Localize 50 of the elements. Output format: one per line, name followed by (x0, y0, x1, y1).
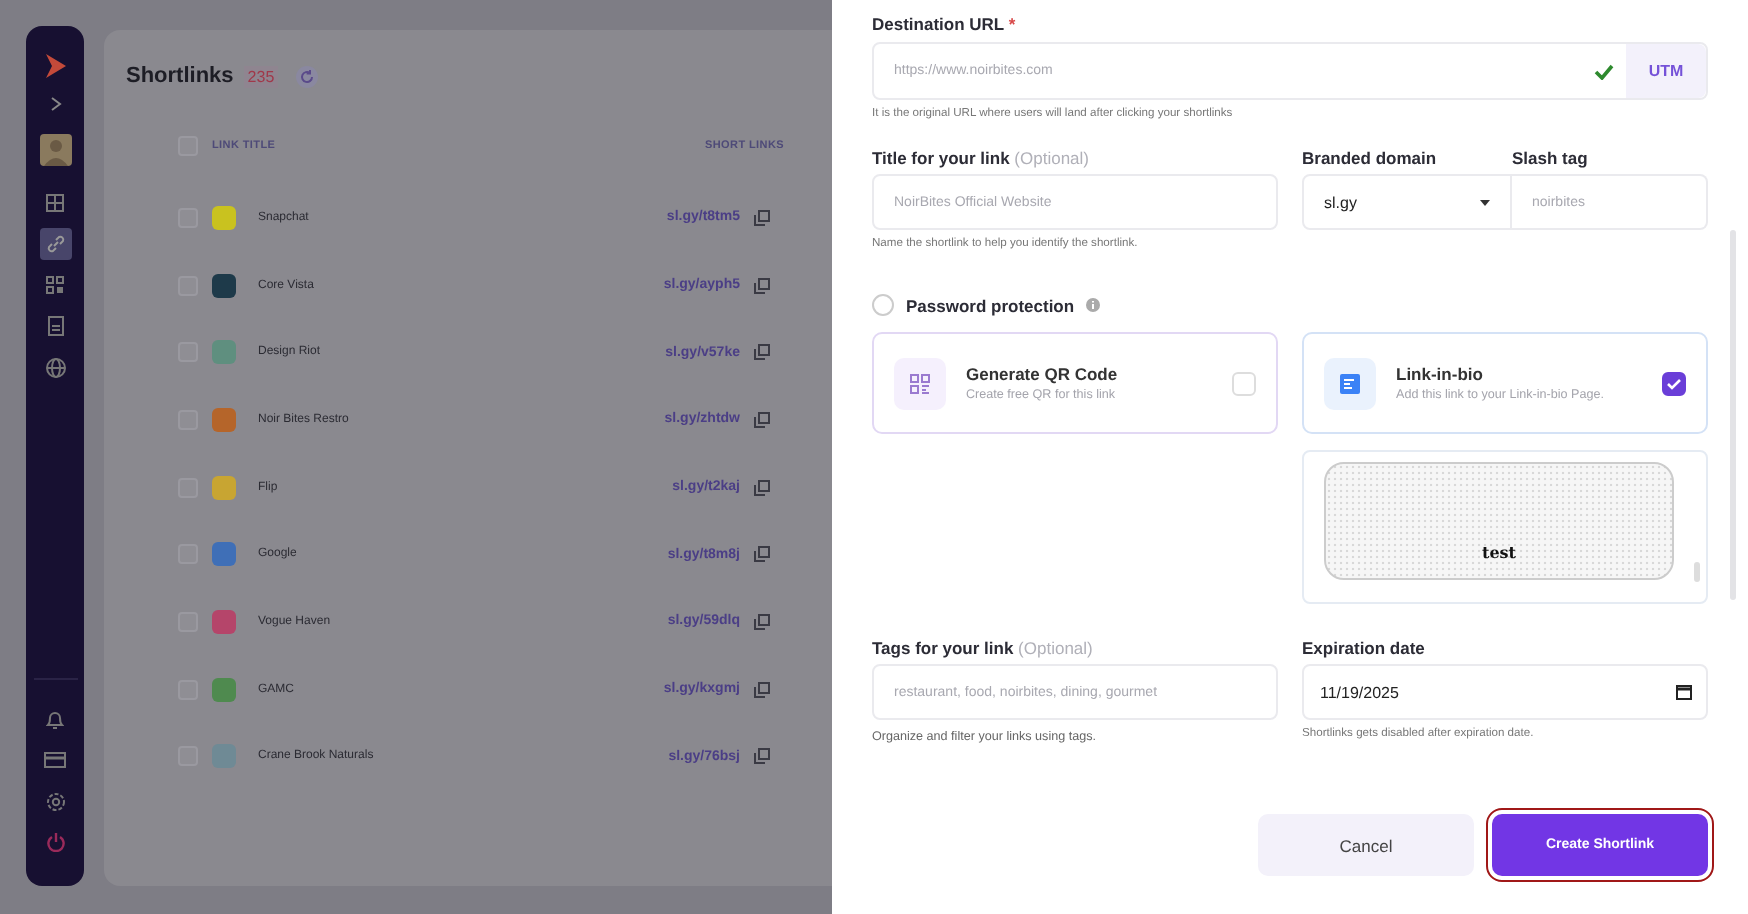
option-label: Password protection (906, 295, 1075, 315)
copy-icon[interactable] (754, 681, 770, 698)
caret-icon (1480, 199, 1490, 205)
copy-icon[interactable] (754, 411, 770, 428)
count-badge: 235 (243, 65, 279, 87)
calendar-icon (1676, 684, 1692, 700)
scrollbar (1694, 562, 1700, 582)
avatar-silhouette-icon (39, 134, 71, 167)
copy-icon[interactable] (754, 277, 770, 294)
copy-icon[interactable] (754, 344, 770, 361)
nav-item[interactable] (39, 228, 71, 261)
domain-select[interactable]: sl.gy (1302, 174, 1512, 230)
page-layout-icon (1340, 373, 1360, 393)
option-title: Generate QR Code (966, 364, 1120, 384)
document-icon (47, 316, 63, 337)
credit-card-icon (44, 752, 66, 769)
globe-icon (45, 357, 65, 378)
copy-icon[interactable] (754, 479, 770, 496)
copy-icon[interactable] (754, 209, 770, 226)
option-checkbox[interactable] (1662, 371, 1686, 395)
settings-icon (45, 791, 65, 812)
checkmark-icon (1666, 377, 1682, 389)
bell-icon (46, 709, 64, 730)
info-icon (1086, 298, 1101, 312)
utm-button[interactable]: UTM (1626, 44, 1706, 98)
copy-icon[interactable] (754, 748, 770, 765)
power-icon (45, 832, 65, 853)
option-title: Link-in-bio (1396, 364, 1485, 384)
field-label: Expiration date (1302, 636, 1427, 662)
qr-code-icon (910, 373, 930, 393)
chevron-right-icon (49, 96, 61, 112)
avatar-button[interactable] (38, 133, 72, 168)
field-label: Slash tag (1512, 146, 1588, 172)
password-toggle[interactable] (872, 294, 894, 316)
logo-icon (43, 52, 67, 80)
field-label: Branded domain (1302, 146, 1439, 172)
copy-icon[interactable] (754, 546, 770, 563)
grid-icon (46, 194, 64, 213)
link-icon (45, 234, 65, 255)
refresh-icon (300, 69, 315, 83)
date-input[interactable]: 11/19/2025 (1302, 664, 1708, 720)
field-label: Tags for your link (Optional) (872, 636, 1095, 662)
refresh-button[interactable] (296, 65, 319, 87)
field-label: Title for your link (Optional) (872, 146, 1091, 172)
page-title: Shortlinks (126, 64, 234, 88)
field-label: Destination URL * (872, 12, 1018, 38)
cancel-button[interactable]: Cancel (1258, 814, 1474, 876)
copy-icon[interactable] (754, 613, 770, 630)
qr-code-icon (46, 276, 64, 295)
preview-text: test (1482, 542, 1516, 562)
